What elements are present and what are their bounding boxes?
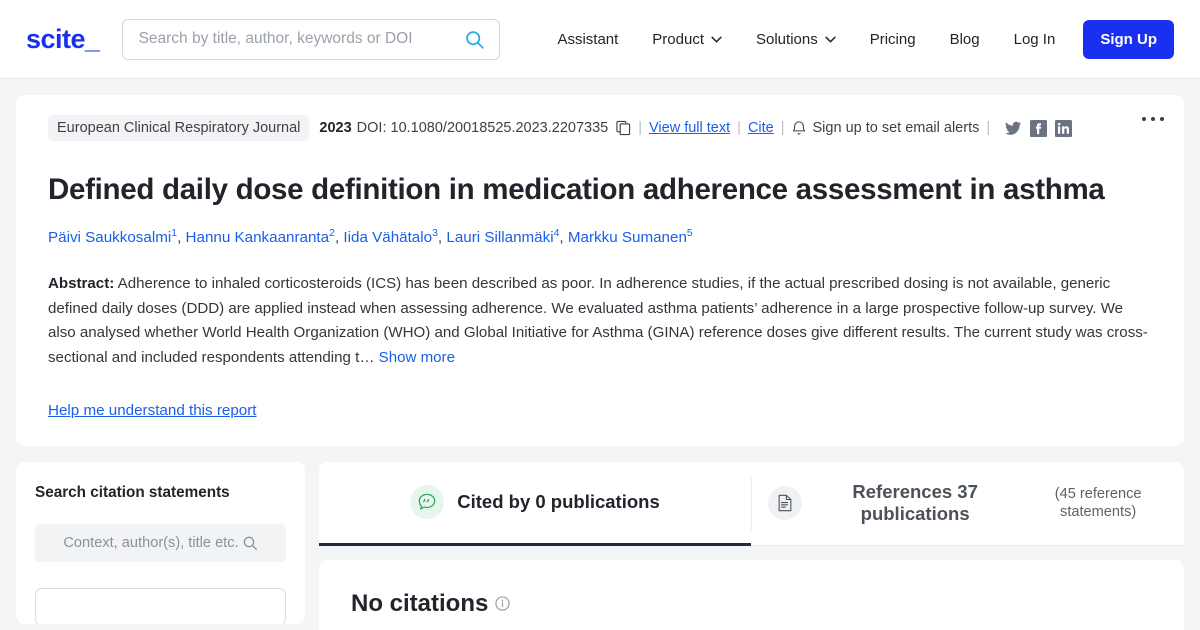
tab-references[interactable]: References 37 publications (45 reference… (752, 462, 1184, 546)
search-icon[interactable] (242, 535, 258, 551)
tab-references-label: References 37 publications (852, 480, 978, 525)
paper-card: European Clinical Respiratory Journal 20… (16, 95, 1184, 446)
copy-icon[interactable] (616, 120, 631, 136)
author-name[interactable]: Päivi Saukkosalmi1 (48, 227, 177, 246)
bell-icon[interactable] (792, 120, 806, 136)
nav-label: Log In (1013, 30, 1056, 48)
twitter-icon[interactable] (1005, 120, 1022, 137)
help-understand-report-link[interactable]: Help me understand this report (48, 402, 257, 419)
chevron-down-icon (711, 36, 722, 42)
document-icon (768, 486, 802, 521)
citation-search-input[interactable]: Context, author(s), title etc. (35, 523, 286, 562)
nav-label: Blog (949, 30, 980, 48)
nav-item-product[interactable]: Product (635, 31, 739, 48)
separator: | (780, 120, 785, 136)
nav-item-blog[interactable]: Blog (933, 31, 997, 48)
author-list: Päivi Saukkosalmi1, Hannu Kankaanranta2,… (48, 226, 693, 246)
separator: | (986, 120, 991, 136)
journal-name[interactable]: European Clinical Respiratory Journal (48, 115, 310, 141)
author-name[interactable]: Markku Sumanen5 (567, 226, 693, 246)
nav-label: Solutions (756, 30, 818, 48)
citation-search-sidebar: Search citation statements Context, auth… (16, 461, 305, 624)
author-label: Hannu Kankaanranta (185, 228, 330, 246)
chevron-down-icon (825, 36, 836, 42)
scite-logo[interactable]: scite_ (26, 24, 100, 55)
tab-bar: Cited by 0 publications References 37 pu… (319, 461, 1184, 546)
search-icon[interactable] (464, 29, 485, 50)
show-more-link[interactable]: Show more (379, 349, 455, 366)
nav-item-pricing[interactable]: Pricing (853, 31, 933, 48)
more-options-icon[interactable] (1142, 117, 1164, 121)
author-label: Iida Vähätalo (343, 228, 433, 246)
citations-panel: No citations (319, 559, 1184, 630)
paper-section: European Clinical Respiratory Journal 20… (0, 79, 1200, 446)
citations-column: Cited by 0 publications References 37 pu… (319, 461, 1184, 630)
global-search[interactable] (121, 18, 500, 60)
search-input[interactable] (138, 30, 464, 48)
page-title: Defined daily dose definition in medicat… (48, 173, 1105, 206)
facebook-icon[interactable] (1030, 119, 1048, 137)
nav-label: Product (652, 30, 704, 48)
doi-text: DOI: 10.1080/20018525.2023.2207335 (356, 120, 609, 136)
citation-search-placeholder: Context, author(s), title etc. (63, 534, 239, 551)
sidebar-title: Search citation statements (35, 483, 230, 501)
nav-item-assistant[interactable]: Assistant (540, 31, 635, 48)
abstract: Abstract: Adherence to inhaled corticost… (48, 272, 1152, 370)
main-nav: Assistant Product Solutions Pricing Blog… (540, 19, 1174, 59)
tab-cited-by-label: Cited by 0 publications (457, 491, 660, 513)
citation-filter-select[interactable] (35, 587, 286, 624)
nav-item-login[interactable]: Log In (997, 31, 1073, 48)
sign-up-button[interactable]: Sign Up (1083, 19, 1174, 59)
author-label: Markku Sumanen (567, 228, 687, 246)
author-label: Lauri Sillanmäki (446, 228, 554, 246)
linkedin-icon[interactable] (1055, 119, 1073, 137)
paper-meta-row: European Clinical Respiratory Journal 20… (48, 115, 1152, 141)
tab-cited-by[interactable]: Cited by 0 publications (319, 462, 751, 546)
info-icon[interactable] (495, 596, 511, 611)
separator: | (737, 120, 741, 136)
author-affiliation: 5 (686, 226, 693, 239)
quote-bubble-icon (410, 485, 445, 520)
author-label: Päivi Saukkosalmi (48, 228, 172, 246)
view-full-text-link[interactable]: View full text (649, 120, 730, 136)
separator: | (638, 120, 643, 136)
nav-item-solutions[interactable]: Solutions (739, 31, 853, 48)
nav-label: Pricing (869, 30, 916, 48)
lower-section: Search citation statements Context, auth… (0, 446, 1200, 630)
author-name[interactable]: Hannu Kankaanranta2 (185, 227, 335, 246)
nav-label: Assistant (557, 30, 619, 48)
no-citations-label: No citations (351, 589, 489, 617)
abstract-text: Adherence to inhaled corticosteroids (IC… (48, 275, 1148, 367)
email-alerts-label[interactable]: Sign up to set email alerts (813, 120, 980, 136)
site-header: scite_ Assistant Product Solutions Prici… (0, 0, 1200, 79)
tab-references-sub: (45 reference statements) (1054, 485, 1142, 521)
social-share-group (1005, 119, 1073, 137)
author-name[interactable]: Iida Vähätalo3 (343, 227, 438, 246)
publication-year: 2023 (319, 120, 352, 136)
author-name[interactable]: Lauri Sillanmäki4 (446, 227, 559, 246)
no-citations-message: No citations (351, 590, 1152, 618)
abstract-label: Abstract: (48, 275, 115, 293)
cite-link[interactable]: Cite (748, 120, 774, 136)
